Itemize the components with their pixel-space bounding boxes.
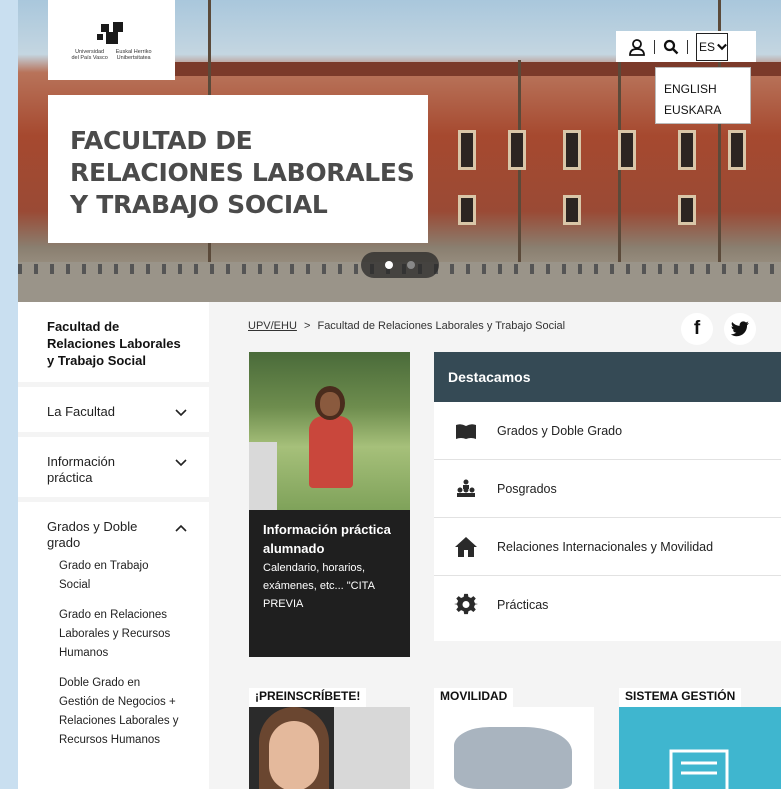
breadcrumb-current: Facultad de Relaciones Laborales y Traba… — [317, 320, 566, 332]
house-icon — [455, 536, 477, 557]
destacamos-item-posgrados[interactable]: Posgrados — [434, 460, 781, 518]
breadcrumb-separator: > — [303, 320, 311, 332]
sidebar-item-grados[interactable]: Grados y Doble grado — [18, 497, 209, 557]
carousel-dot[interactable] — [407, 261, 415, 269]
facebook-letter: f — [693, 318, 701, 339]
info-card-heading: Información práctica alumnado — [263, 522, 391, 556]
hero-banner: Universidad del País Vasco Euskal Herriko… — [18, 0, 781, 302]
tile-sistema-gestion[interactable] — [619, 707, 781, 789]
chevron-down-icon — [717, 43, 727, 50]
twitter-bird-icon — [730, 321, 749, 337]
twitter-icon[interactable] — [724, 313, 756, 345]
sidebar-subitem-doble-grado[interactable]: Doble Grado en Gestión de Negocios + Rel… — [59, 674, 179, 750]
breadcrumb: UPV/EHU > Facultad de Relaciones Laboral… — [248, 320, 565, 332]
logo-mark-icon — [95, 20, 129, 46]
destacamos-panel: Destacamos Grados y Doble Grado Posgrado… — [434, 352, 781, 641]
destacamos-item-label: Relaciones Internacionales y Movilidad — [497, 539, 714, 554]
destacamos-item-relaciones-internacionales[interactable]: Relaciones Internacionales y Movilidad — [434, 518, 781, 576]
document-icon — [669, 749, 729, 789]
chevron-up-icon — [175, 524, 187, 532]
destacamos-item-grados[interactable]: Grados y Doble Grado — [434, 402, 781, 460]
logo-text: Unibertsitatea — [116, 54, 151, 61]
book-icon — [456, 423, 476, 439]
tile-preinscribete[interactable] — [249, 707, 410, 789]
student-photo — [249, 352, 410, 510]
sidebar-item-label: Información práctica — [47, 454, 115, 485]
info-card-text: Calendario, horarios, exámenes, etc... "… — [263, 562, 375, 610]
sidebar-item-label: La Facultad — [47, 404, 115, 419]
language-select[interactable]: ES — [696, 32, 728, 61]
tile-label-sistema-gestion[interactable]: SISTEMA GESTIÓN — [619, 688, 742, 708]
tile-movilidad[interactable] — [434, 707, 594, 789]
people-icon — [457, 479, 475, 497]
sidebar: Facultad de Relaciones Laborales y Traba… — [18, 302, 209, 789]
logo-text: Euskal Herriko — [115, 48, 152, 55]
sidebar-subitem-trabajo-social[interactable]: Grado en Trabajo Social — [59, 557, 169, 595]
faculty-title-box: FACULTAD DE RELACIONES LABORALES Y TRABA… — [48, 95, 428, 243]
sidebar-item-label: Grados y Doble grado — [47, 519, 138, 550]
chevron-down-icon — [175, 459, 187, 467]
breadcrumb-root-link[interactable]: UPV/EHU — [248, 320, 297, 332]
language-selected: ES — [699, 39, 716, 54]
chevron-down-icon — [175, 409, 187, 417]
logo-text: Universidad — [75, 48, 105, 55]
facebook-icon[interactable]: f — [681, 313, 713, 345]
sidebar-item-la-facultad[interactable]: La Facultad — [18, 382, 209, 432]
destacamos-item-practicas[interactable]: Prácticas — [434, 576, 781, 634]
sidebar-subitems: Grado en Trabajo Social Grado en Relacio… — [18, 557, 209, 750]
university-logo[interactable]: Universidad del País Vasco Euskal Herriko… — [48, 0, 175, 80]
tile-label-movilidad[interactable]: MOVILIDAD — [434, 688, 514, 708]
sidebar-title[interactable]: Facultad de Relaciones Laborales y Traba… — [18, 302, 209, 382]
search-icon[interactable] — [663, 39, 679, 55]
carousel-indicator — [361, 252, 439, 278]
faculty-title: FACULTAD DE RELACIONES LABORALES Y TRABA… — [70, 126, 415, 219]
carousel-dot[interactable] — [385, 261, 393, 269]
sidebar-subitem-relaciones-laborales[interactable]: Grado en Relaciones Laborales y Recursos… — [59, 606, 179, 663]
logo-text: del País Vasco — [71, 54, 108, 61]
sidebar-item-informacion-practica[interactable]: Información práctica — [18, 432, 209, 497]
destacamos-item-label: Grados y Doble Grado — [497, 423, 623, 438]
user-icon[interactable] — [628, 38, 646, 56]
spain-map-image — [454, 727, 572, 789]
page: Universidad del País Vasco Euskal Herriko… — [18, 0, 781, 789]
header-toolbar: ES — [616, 31, 756, 62]
gear-icon — [454, 593, 478, 615]
tile-label-preinscribete[interactable]: ¡PREINSCRÍBETE! — [249, 688, 367, 708]
language-option-euskara[interactable]: EUSKARA — [664, 97, 750, 123]
language-menu: ENGLISH EUSKARA — [655, 67, 751, 124]
destacamos-item-label: Posgrados — [497, 481, 557, 496]
info-card-alumnado[interactable]: Información práctica alumnado Calendario… — [249, 352, 410, 657]
destacamos-item-label: Prácticas — [497, 598, 549, 612]
destacamos-heading: Destacamos — [434, 352, 781, 402]
